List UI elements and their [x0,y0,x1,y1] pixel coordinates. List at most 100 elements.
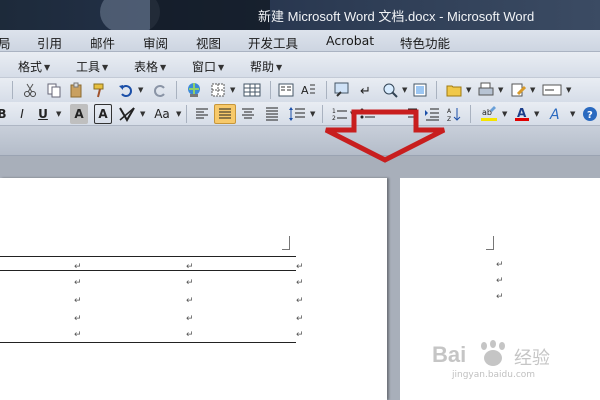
chevron-down-icon[interactable]: ▼ [502,110,507,118]
show-formatting-icon[interactable]: ↵ [356,80,376,100]
paragraph-mark: ↵ [496,276,504,286]
emphasis-icon[interactable] [116,104,138,124]
chevron-down-icon[interactable]: ▼ [56,110,61,118]
margin-corner-mark [486,236,494,250]
chevron-down-icon[interactable]: ▼ [498,86,503,94]
standard-toolbar: ▼ ▼ A ↵ ▼ ▼ ▼ ▼ ▼ [0,78,600,102]
undo-icon[interactable] [116,80,136,100]
tab-mailings[interactable]: 邮件 [90,33,115,52]
folder-icon[interactable] [444,80,464,100]
toolbar-separator [326,81,327,99]
chevron-down-icon[interactable]: ▼ [530,86,535,94]
document-page-1[interactable]: ↵ ↵ ↵ ↵ ↵ ↵ ↵ ↵ ↵ ↵ ↵ ↵ ↵ ↵ ↵ [0,178,387,400]
chevron-down-icon[interactable]: ▼ [176,110,181,118]
svg-text:A: A [549,107,560,122]
align-justify-icon[interactable] [214,104,236,124]
paragraph-mark: ↵ [74,262,82,272]
character-shading-button[interactable]: A [70,104,88,124]
tab-view[interactable]: 视图 [196,33,221,52]
svg-text:A: A [301,84,309,97]
menu-help-label: 帮助 [250,60,275,74]
paragraph-mark: ↵ [296,296,304,306]
toolbar-separator [470,105,471,123]
redo-icon[interactable] [150,80,170,100]
character-border-button[interactable]: A [94,104,112,124]
tab-review[interactable]: 审阅 [143,33,168,52]
paragraph-mark: ↵ [186,278,194,288]
zoom-icon[interactable] [380,80,400,100]
tab-references[interactable]: 引用 [37,33,62,52]
ribbon-tabs: 局 引用 邮件 审阅 视图 开发工具 Acrobat 特色功能 [0,30,600,52]
insert-table-icon[interactable] [240,80,264,100]
cut-icon[interactable] [20,80,40,100]
watermark-url: jingyan.baidu.com [452,370,536,380]
menu-tools[interactable]: 工具 ▼ [76,58,108,75]
full-screen-icon[interactable] [410,80,430,100]
classic-menu-bar: 格式 ▼ 工具 ▼ 表格 ▼ 窗口 ▼ 帮助 ▼ [0,52,600,78]
text-direction-icon[interactable]: A [298,80,318,100]
annotation-arrow-icon [324,109,446,163]
hyperlink-icon[interactable] [184,80,204,100]
chevron-down-icon[interactable]: ▼ [466,86,471,94]
chevron-down-icon[interactable]: ▼ [310,110,315,118]
paragraph-mark: ↵ [74,296,82,306]
tab-acrobat[interactable]: Acrobat [326,33,374,48]
paste-icon[interactable] [66,80,86,100]
paragraph-mark: ↵ [296,262,304,272]
menu-window-label: 窗口 [192,60,217,74]
window-title: 新建 Microsoft Word 文档.docx - Microsoft Wo… [258,9,535,24]
format-painter-icon[interactable] [90,80,110,100]
tab-special-features[interactable]: 特色功能 [400,33,450,52]
paragraph-mark: ↵ [186,296,194,306]
columns-icon[interactable] [276,80,296,100]
chevron-down-icon[interactable]: ▼ [566,86,571,94]
copy-icon[interactable] [44,80,64,100]
paw-icon [481,340,505,366]
align-center-icon[interactable] [238,104,258,124]
chevron-down-icon[interactable]: ▼ [230,86,235,94]
table-bottom-border [0,342,296,343]
underline-button[interactable]: U [34,104,52,124]
menu-format-label: 格式 [18,60,43,74]
edit-icon[interactable] [508,80,528,100]
toolbar-separator [186,105,187,123]
table-borders-icon[interactable] [208,80,228,100]
highlight-icon[interactable]: ab [478,104,500,124]
text-effects-icon[interactable]: A [546,104,568,124]
bold-button[interactable]: B [0,104,10,124]
tab-developer[interactable]: 开发工具 [248,33,298,52]
align-left-icon[interactable] [192,104,212,124]
line-spacing-icon[interactable] [286,104,308,124]
svg-text:?: ? [587,110,593,121]
chevron-down-icon[interactable]: ▼ [534,110,539,118]
chevron-down-icon: ▼ [218,63,225,72]
chevron-down-icon: ▼ [160,63,167,72]
paragraph-mark: ↵ [296,278,304,288]
ruler-area [0,126,600,156]
toolbar-separator [436,81,437,99]
menu-table[interactable]: 表格 ▼ [134,58,166,75]
table-row-border [0,270,296,271]
paragraph-mark: ↵ [74,330,82,340]
chevron-down-icon[interactable]: ▼ [402,86,407,94]
menu-format[interactable]: 格式 ▼ [18,58,50,75]
chevron-down-icon[interactable]: ▼ [570,110,575,118]
chevron-down-icon[interactable]: ▼ [140,110,145,118]
menu-window[interactable]: 窗口 ▼ [192,58,224,75]
paragraph-mark: ↵ [74,314,82,324]
paragraph-mark: ↵ [296,330,304,340]
help-icon[interactable]: ? [580,104,600,124]
print-preview-icon[interactable] [476,80,496,100]
font-color-icon[interactable]: A [512,104,532,124]
research-icon[interactable] [332,80,352,100]
italic-button[interactable]: I [14,104,30,124]
menu-help[interactable]: 帮助 ▼ [250,58,282,75]
dropdown-box-icon[interactable] [540,80,564,100]
table-top-border [0,256,296,257]
distribute-icon[interactable] [262,104,282,124]
baidu-jingyan-watermark: Bai 经验 jingyan.baidu.com [432,336,568,392]
change-case-button[interactable]: Aa [150,104,174,124]
chevron-down-icon[interactable]: ▼ [138,86,143,94]
toolbar-separator [12,81,13,99]
tab-layout[interactable]: 局 [0,33,11,52]
